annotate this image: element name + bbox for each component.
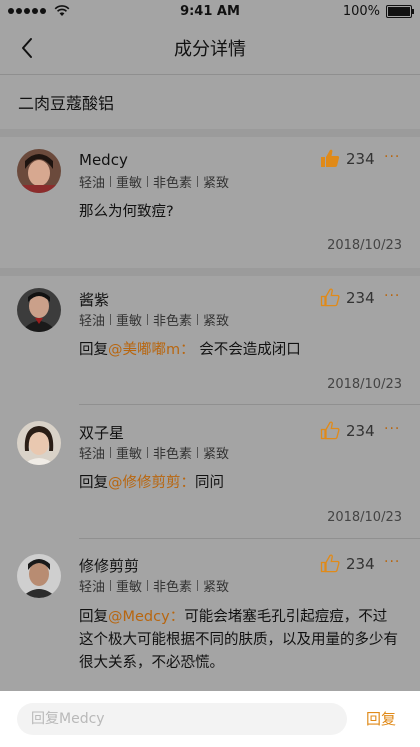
mention-link[interactable]: @美嘟嘟m： — [108, 342, 195, 358]
skin-tag: 重敏 — [116, 176, 143, 191]
like-button[interactable]: 234 — [320, 421, 375, 440]
reply-button[interactable]: 回复 — [366, 703, 396, 735]
thumbs-up-filled-icon — [321, 149, 340, 167]
like-button[interactable]: 234 — [320, 149, 375, 168]
comment-item: 双子星 轻油 重敏 非色素 紧致 234 ··· 回复@修修剪剪：同问 2018… — [0, 405, 420, 538]
mention-link[interactable]: @修修剪剪： — [108, 475, 195, 491]
like-count: 234 — [346, 421, 375, 440]
back-icon[interactable] — [14, 34, 42, 62]
skin-tag: 轻油 — [79, 176, 106, 191]
skin-tag: 非色素 — [153, 580, 193, 595]
like-count: 234 — [346, 288, 375, 307]
skin-tag: 非色素 — [153, 176, 193, 191]
like-count: 234 — [346, 149, 375, 168]
comment-text: 回复@美嘟嘟m： 会不会造成闭口 — [79, 339, 399, 362]
page-title: 成分详情 — [174, 39, 246, 60]
skin-tag: 重敏 — [116, 314, 143, 329]
mention-link[interactable]: @Medcy： — [108, 609, 184, 625]
comment-date: 2018/10/23 — [327, 377, 402, 392]
screen: 9:41 AM 100% 成分详情 二肉豆蔻酸铝 Medcy 轻油 重敏 非色素… — [0, 0, 420, 747]
more-options-icon[interactable]: ··· — [384, 149, 400, 165]
skin-tag: 重敏 — [116, 447, 143, 462]
reply-prefix: 回复 — [79, 475, 108, 491]
thumbs-up-icon — [320, 554, 340, 573]
comment-date: 2018/10/23 — [327, 238, 402, 253]
skin-tags: 轻油 重敏 非色素 紧致 — [79, 310, 229, 329]
comment-item: 酱紫 轻油 重敏 非色素 紧致 234 ··· 回复@美嘟嘟m： 会不会造成闭口… — [0, 276, 420, 404]
skin-tag: 重敏 — [116, 580, 143, 595]
skin-tag: 紧致 — [203, 314, 230, 329]
skin-tag: 紧致 — [203, 447, 230, 462]
reply-prefix: 回复 — [79, 342, 108, 358]
comment-text: 回复@修修剪剪：同问 — [79, 472, 399, 495]
skin-tag: 轻油 — [79, 314, 106, 329]
skin-tag: 非色素 — [153, 447, 193, 462]
avatar[interactable] — [17, 149, 61, 193]
skin-tags: 轻油 重敏 非色素 紧致 — [79, 576, 229, 595]
skin-tag: 紧致 — [203, 580, 230, 595]
skin-tag: 紧致 — [203, 176, 230, 191]
like-button[interactable]: 234 — [320, 554, 375, 573]
comment-text: 那么为何致痘? — [79, 201, 399, 224]
comment-content: 会不会造成闭口 — [199, 342, 301, 358]
comment-item: Medcy 轻油 重敏 非色素 紧致 234 ··· 那么为何致痘? 2018/… — [0, 137, 420, 268]
reply-input[interactable] — [17, 703, 347, 735]
more-options-icon[interactable]: ··· — [384, 421, 400, 437]
comment-item: 修修剪剪 轻油 重敏 非色素 紧致 234 ··· 回复@Medcy：可能会堵塞… — [0, 539, 420, 691]
comment-date: 2018/10/23 — [327, 510, 402, 525]
comment-text: 回复@Medcy：可能会堵塞毛孔引起痘痘，不过这个极大可能根据不同的肤质，以及用… — [79, 606, 399, 675]
reply-bar: 回复 — [0, 691, 420, 747]
avatar[interactable] — [17, 554, 61, 598]
skin-tags: 轻油 重敏 非色素 紧致 — [79, 172, 229, 191]
comment-user-name: 酱紫 — [79, 291, 110, 309]
skin-tag: 轻油 — [79, 580, 106, 595]
status-bar: 9:41 AM 100% — [0, 0, 420, 22]
skin-tags: 轻油 重敏 非色素 紧致 — [79, 443, 229, 462]
comment-user-name: 修修剪剪 — [79, 557, 140, 575]
skin-tag: 非色素 — [153, 314, 193, 329]
battery-icon — [386, 4, 414, 18]
comment-user-name: Medcy — [79, 151, 128, 169]
skin-tag: 轻油 — [79, 447, 106, 462]
more-options-icon[interactable]: ··· — [384, 554, 400, 570]
comment-user-name: 双子星 — [79, 424, 125, 442]
thumbs-up-icon — [320, 288, 340, 307]
like-count: 234 — [346, 554, 375, 573]
comment-content: 那么为何致痘? — [79, 204, 174, 220]
comment-content: 同问 — [195, 475, 224, 491]
ingredient-name: 二肉豆蔻酸铝 — [18, 94, 115, 113]
reply-prefix: 回复 — [79, 609, 108, 625]
section-divider — [0, 268, 420, 276]
more-options-icon[interactable]: ··· — [384, 288, 400, 304]
thumbs-up-icon — [320, 421, 340, 440]
like-button[interactable]: 234 — [320, 288, 375, 307]
nav-bar: 成分详情 — [0, 22, 420, 74]
section-divider — [0, 129, 420, 137]
avatar[interactable] — [17, 288, 61, 332]
avatar[interactable] — [17, 421, 61, 465]
status-time: 9:41 AM — [180, 3, 240, 19]
